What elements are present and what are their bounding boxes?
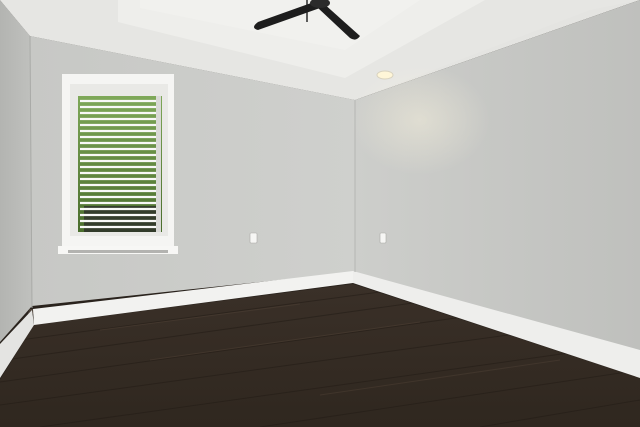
room-illustration — [0, 0, 640, 427]
wall-light-glow — [350, 65, 490, 175]
shutter-tilt-rod — [156, 96, 161, 232]
empty-room-photo — [0, 0, 640, 427]
outlet-back-wall — [249, 232, 258, 244]
recessed-light — [376, 70, 394, 80]
outlet-right-wall — [379, 232, 387, 244]
window — [58, 74, 178, 254]
left-wall — [0, 0, 32, 342]
